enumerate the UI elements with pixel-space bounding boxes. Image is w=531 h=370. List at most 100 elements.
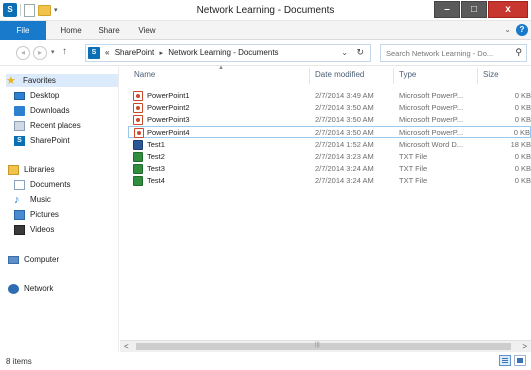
maximize-button[interactable]: □ <box>461 1 487 18</box>
forward-button[interactable]: ▸ <box>33 46 47 60</box>
word-file-icon <box>133 140 143 150</box>
ribbon-tabs: File Home Share View ⌄ ? <box>0 21 531 40</box>
address-bar[interactable]: S « SharePoint ▸ Network Learning - Docu… <box>85 44 371 62</box>
column-header-size[interactable]: Size <box>483 70 499 79</box>
file-size: 18 KB <box>510 140 531 149</box>
file-row[interactable]: Test4 2/7/2014 3:24 AM TXT File 0 KB <box>128 175 531 187</box>
search-icon[interactable]: ⚲ <box>515 47 522 58</box>
large-icons-view-button[interactable] <box>514 355 526 366</box>
scroll-right-icon[interactable]: > <box>522 342 527 351</box>
column-divider[interactable] <box>393 68 394 84</box>
tab-file[interactable]: File <box>0 21 46 40</box>
column-divider[interactable] <box>309 68 310 84</box>
back-button[interactable]: ◂ <box>16 46 30 60</box>
search-input[interactable]: Search Network Learning - Do... ⚲ <box>380 44 527 62</box>
sharepoint-icon: S <box>14 135 25 146</box>
tab-share[interactable]: Share <box>92 21 126 40</box>
file-row[interactable]: PowerPoint1 2/7/2014 3:49 AM Microsoft P… <box>128 90 531 102</box>
file-size: 0 KB <box>514 152 531 161</box>
details-view-icon <box>502 358 508 359</box>
nav-item-label: Pictures <box>30 210 59 219</box>
file-row[interactable]: Test2 2/7/2014 3:23 AM TXT File 0 KB <box>128 151 531 163</box>
nav-item-videos[interactable]: Videos <box>14 223 54 236</box>
powerpoint-file-icon <box>133 91 143 101</box>
large-icons-view-icon <box>517 358 523 363</box>
nav-libraries-label: Libraries <box>24 165 55 174</box>
breadcrumb-documents[interactable]: Network Learning - Documents <box>168 48 278 57</box>
libraries-icon <box>8 164 19 175</box>
file-type: TXT File <box>399 152 428 161</box>
file-type: Microsoft PowerP... <box>399 91 464 100</box>
star-icon: ★ <box>6 74 16 87</box>
file-type: TXT File <box>399 176 428 185</box>
nav-item-documents[interactable]: Documents <box>14 178 70 191</box>
file-name: PowerPoint1 <box>147 91 190 100</box>
file-size: 0 KB <box>513 128 530 137</box>
file-row[interactable]: Test1 2/7/2014 1:52 AM Microsoft Word D.… <box>128 139 531 151</box>
minimize-button[interactable]: – <box>434 1 460 18</box>
file-row-selected[interactable]: PowerPoint4 2/7/2014 3:50 AM Microsoft P… <box>128 126 531 138</box>
column-divider[interactable] <box>477 68 478 84</box>
videos-icon <box>14 224 25 235</box>
file-row[interactable]: PowerPoint3 2/7/2014 3:50 AM Microsoft P… <box>128 114 531 126</box>
nav-item-label: Downloads <box>30 106 70 115</box>
tab-view[interactable]: View <box>132 21 162 40</box>
window-controls: – □ x <box>434 1 528 18</box>
computer-icon <box>8 255 19 264</box>
file-size: 0 KB <box>514 164 531 173</box>
nav-item-desktop[interactable]: Desktop <box>14 89 59 102</box>
scroll-left-icon[interactable]: < <box>124 342 129 351</box>
up-button[interactable]: ↑ <box>62 46 67 57</box>
file-size: 0 KB <box>514 115 531 124</box>
file-row[interactable]: PowerPoint2 2/7/2014 3:50 AM Microsoft P… <box>128 102 531 114</box>
nav-libraries[interactable]: Libraries <box>8 163 55 176</box>
file-type: Microsoft PowerP... <box>399 115 464 124</box>
refresh-icon[interactable]: ↻ <box>356 47 364 58</box>
horizontal-scrollbar[interactable]: < ||| > <box>120 340 531 352</box>
file-type: Microsoft Word D... <box>399 140 464 149</box>
txt-file-icon <box>133 176 143 186</box>
nav-network[interactable]: Network <box>8 282 53 295</box>
navigation-pane: ★ Favorites Desktop Downloads Recent pla… <box>0 67 119 352</box>
recent-locations-icon[interactable]: ▾ <box>51 48 55 56</box>
breadcrumb-separator-icon[interactable]: ▸ <box>160 50 164 57</box>
desktop-icon <box>14 91 25 100</box>
txt-file-icon <box>133 164 143 174</box>
file-name: PowerPoint4 <box>147 128 190 137</box>
breadcrumb-overflow[interactable]: « <box>105 48 109 57</box>
help-icon[interactable]: ? <box>516 24 528 36</box>
file-name: Test2 <box>147 152 165 161</box>
nav-computer-label: Computer <box>24 255 60 264</box>
file-size: 0 KB <box>514 91 531 100</box>
column-header-name[interactable]: Name <box>134 70 155 79</box>
file-name: PowerPoint3 <box>147 115 190 124</box>
file-row[interactable]: Test3 2/7/2014 3:24 AM TXT File 0 KB <box>128 163 531 175</box>
file-type: TXT File <box>399 164 428 173</box>
file-name: Test4 <box>147 176 165 185</box>
nav-item-recent-places[interactable]: Recent places <box>14 119 81 132</box>
nav-item-label: Recent places <box>30 121 81 130</box>
close-button[interactable]: x <box>488 1 528 18</box>
nav-favorites[interactable]: ★ Favorites <box>6 74 118 87</box>
scrollbar-thumb[interactable] <box>136 343 511 350</box>
nav-item-downloads[interactable]: Downloads <box>14 104 70 117</box>
file-type: Microsoft PowerP... <box>399 103 464 112</box>
column-header-date-modified[interactable]: Date modified <box>315 70 364 79</box>
nav-item-music[interactable]: ♪ Music <box>14 193 51 206</box>
title-bar: S ▾ Network Learning - Documents – □ x <box>0 0 531 21</box>
nav-favorites-label: Favorites <box>23 76 56 85</box>
expand-ribbon-icon[interactable]: ⌄ <box>504 25 511 34</box>
breadcrumb-sharepoint[interactable]: SharePoint <box>115 48 155 57</box>
tab-home[interactable]: Home <box>54 21 88 40</box>
file-name: Test1 <box>147 140 165 149</box>
nav-item-sharepoint[interactable]: S SharePoint <box>14 134 70 147</box>
address-dropdown-icon[interactable]: ⌄ <box>341 48 348 57</box>
nav-item-pictures[interactable]: Pictures <box>14 208 59 221</box>
column-header-type[interactable]: Type <box>399 70 416 79</box>
details-view-button[interactable] <box>499 355 511 366</box>
music-icon: ♪ <box>14 193 20 206</box>
file-name: PowerPoint2 <box>147 103 190 112</box>
file-date: 2/7/2014 3:24 AM <box>315 164 374 173</box>
file-list: ▲ Name Date modified Type Size PowerPoin… <box>120 65 531 340</box>
nav-computer[interactable]: Computer <box>8 253 59 266</box>
